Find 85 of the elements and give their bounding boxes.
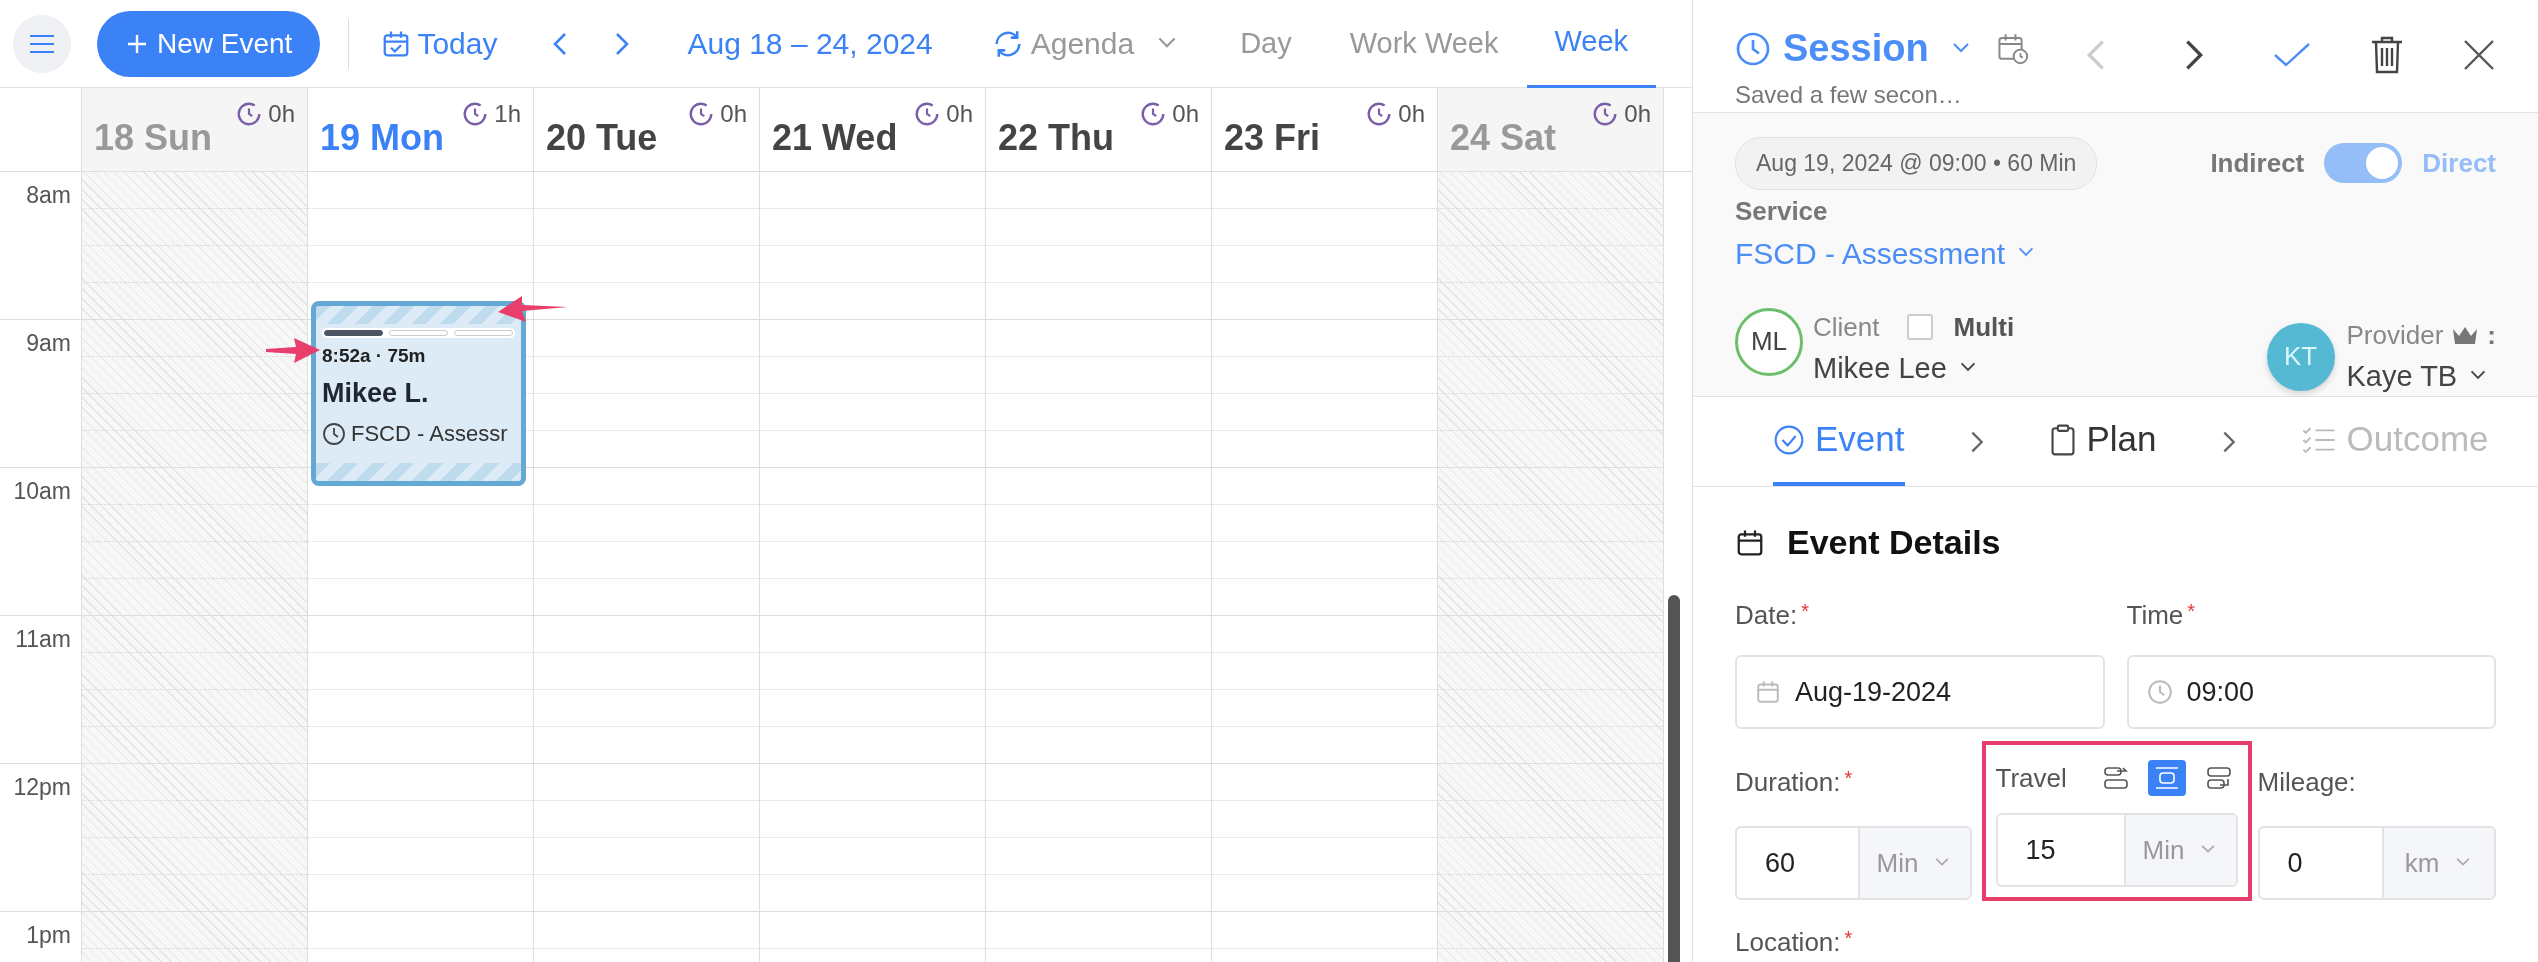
event-type-title[interactable]: Session bbox=[1783, 20, 1929, 77]
day-label[interactable]: 24 Sat bbox=[1450, 111, 1557, 165]
day-label[interactable]: 19 Mon bbox=[320, 111, 444, 165]
service-dropdown[interactable]: FSCD - Assessment bbox=[1735, 230, 2038, 276]
view-mode-dropdown[interactable]: Agenda bbox=[990, 21, 1181, 66]
timer-icon bbox=[688, 101, 715, 127]
timer-icon bbox=[462, 101, 489, 127]
day-hours: 0h bbox=[946, 99, 973, 129]
multi-label: Multi bbox=[1953, 310, 2015, 344]
day-hours: 0h bbox=[1398, 99, 1425, 129]
scrollbar[interactable] bbox=[1668, 595, 1680, 962]
clipboard-icon bbox=[2048, 422, 2077, 457]
event-service: FSCD - Assessr bbox=[351, 420, 508, 448]
day-label[interactable]: 22 Thu bbox=[998, 111, 1114, 165]
timer-icon bbox=[1592, 101, 1619, 127]
provider-label: Provider bbox=[2346, 318, 2444, 352]
event-card[interactable]: 8:52a · 75m Mikee L. FSCD - Assessr bbox=[311, 301, 526, 486]
day-label[interactable]: 21 Wed bbox=[772, 111, 898, 165]
field-label: Duration:* bbox=[1735, 766, 1854, 799]
clock-icon bbox=[1735, 30, 1771, 67]
provider-dropdown[interactable]: Kaye TB bbox=[2346, 354, 2490, 398]
hour-label: 10am bbox=[13, 478, 71, 504]
delete-button[interactable] bbox=[2370, 35, 2404, 75]
today-button[interactable]: Today bbox=[381, 21, 498, 66]
timer-icon bbox=[1140, 101, 1167, 127]
provider-suffix: : bbox=[2487, 318, 2496, 352]
client-avatar: ML bbox=[1735, 307, 1803, 376]
close-icon bbox=[2462, 38, 2496, 72]
hour-label: 8am bbox=[26, 182, 71, 208]
hour-label: 9am bbox=[26, 330, 71, 356]
service-label: Service bbox=[1735, 194, 1829, 228]
step-tab[interactable]: Plan bbox=[2048, 397, 2157, 486]
client-label: Client bbox=[1813, 310, 1880, 344]
travel-mode-button[interactable] bbox=[2148, 760, 2186, 796]
field-label: Time* bbox=[2126, 599, 2197, 632]
direct-toggle[interactable] bbox=[2324, 143, 2403, 184]
hour-label: 1pm bbox=[26, 922, 71, 948]
day-hours: 0h bbox=[1172, 99, 1199, 129]
toggle-label: Indirect bbox=[2210, 146, 2305, 180]
day-hours: 0h bbox=[1624, 99, 1651, 129]
travel-before-icon bbox=[2102, 766, 2129, 790]
timer-icon bbox=[914, 101, 941, 127]
date-field[interactable]: Aug-19-2024 bbox=[1735, 655, 2105, 729]
day-label[interactable]: 18 Sun bbox=[94, 111, 213, 165]
travel-both-icon bbox=[2154, 766, 2181, 790]
field-label: Location:* bbox=[1735, 926, 1854, 959]
travel-field[interactable]: 15 Min bbox=[1995, 813, 2238, 887]
day-label[interactable]: 20 Tue bbox=[546, 111, 658, 165]
new-event-button[interactable]: New Event bbox=[97, 10, 321, 77]
event-title: Mikee L. bbox=[322, 376, 430, 410]
clock-icon bbox=[2146, 679, 2173, 705]
calendar-clock-icon[interactable] bbox=[1996, 32, 2029, 65]
step-tab[interactable]: Event bbox=[1773, 397, 1905, 486]
duration-field[interactable]: 60 Min bbox=[1735, 826, 1972, 900]
hour-label: 11am bbox=[15, 626, 71, 652]
day-hours: 0h bbox=[268, 99, 295, 129]
time-field[interactable]: 09:00 bbox=[2126, 655, 2496, 729]
check-circle-icon bbox=[1773, 423, 1805, 456]
multi-checkbox[interactable] bbox=[1907, 314, 1934, 340]
clock-icon bbox=[322, 421, 346, 446]
travel-after-icon bbox=[2205, 766, 2232, 790]
timer-icon bbox=[1366, 101, 1393, 127]
calendar-icon bbox=[1755, 679, 1781, 705]
pointer-arrow bbox=[264, 335, 322, 365]
event-time: 8:52a · 75m bbox=[322, 344, 427, 368]
session-summary: Aug 19, 2024 @ 09:00 • 60 Min bbox=[1735, 137, 2098, 190]
field-label: Mileage: bbox=[2257, 766, 2357, 799]
mileage-field[interactable]: 0 km bbox=[2257, 826, 2496, 900]
view-tab[interactable]: Day bbox=[1240, 0, 1292, 88]
field-label: Date:* bbox=[1735, 599, 1810, 632]
field-label: Travel bbox=[1995, 761, 2067, 795]
provider-avatar: KT bbox=[2266, 322, 2335, 391]
trash-icon bbox=[2370, 35, 2404, 75]
toggle-label: Direct bbox=[2422, 146, 2496, 180]
close-button[interactable] bbox=[2462, 38, 2496, 72]
day-hours: 0h bbox=[720, 99, 747, 129]
client-dropdown[interactable]: Mikee Lee bbox=[1813, 346, 1979, 390]
day-label[interactable]: 23 Fri bbox=[1224, 111, 1321, 165]
day-hours: 1h bbox=[494, 99, 521, 129]
view-tab[interactable]: Work Week bbox=[1349, 0, 1499, 88]
section-title: Event Details bbox=[1787, 522, 2001, 563]
save-status: Saved a few secon… bbox=[1735, 80, 1963, 110]
hour-label: 12pm bbox=[13, 774, 71, 800]
date-range-button[interactable]: Aug 18 – 24, 2024 bbox=[687, 21, 933, 66]
timer-icon bbox=[236, 101, 263, 127]
